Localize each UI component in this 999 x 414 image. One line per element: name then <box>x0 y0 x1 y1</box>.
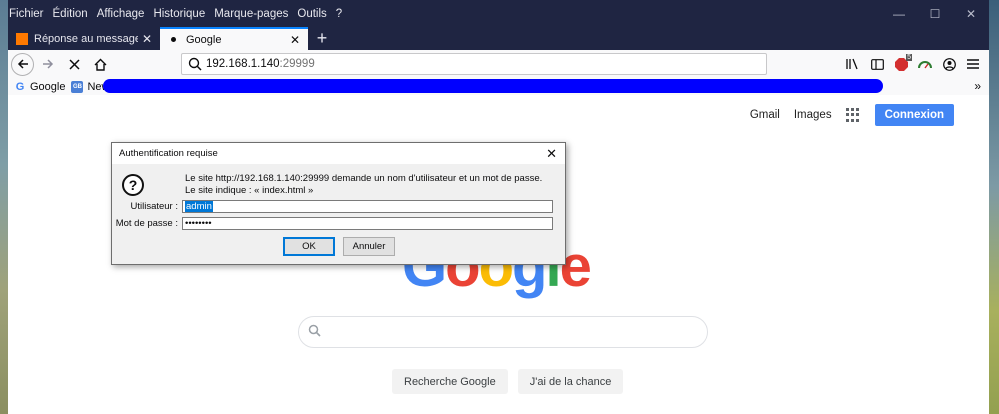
dialog-titlebar: Authentification requise ✕ <box>112 143 565 164</box>
signin-button[interactable]: Connexion <box>874 104 954 126</box>
stop-x-icon <box>68 58 80 70</box>
auth-dialog: Authentification requise ✕ ? Le site htt… <box>111 142 566 265</box>
speed-gauge-extension-icon[interactable] <box>913 52 937 76</box>
bookmark-google[interactable]: G Google <box>14 80 66 93</box>
adblock-extension-icon[interactable]: 5 <box>889 52 913 76</box>
menu-bar: Fichier Édition Affichage Historique Mar… <box>8 0 989 27</box>
loading-dot-icon <box>171 37 176 42</box>
sidebar-icon[interactable] <box>865 52 889 76</box>
tab-strip: Réponse au message - Comm ✕ Google ✕ + <box>8 27 989 50</box>
menu-fichier[interactable]: Fichier <box>9 8 44 20</box>
google-header: Gmail Images Connexion <box>736 104 954 126</box>
home-icon <box>94 58 106 71</box>
search-icon <box>188 57 202 71</box>
bookmark-label: Google <box>30 80 66 93</box>
desktop-background-right <box>989 0 999 414</box>
username-field[interactable]: admin <box>182 200 553 213</box>
menu-edition[interactable]: Édition <box>53 8 88 20</box>
url-text: 192.168.1.140:29999 <box>206 58 315 70</box>
redaction-bar <box>103 79 883 93</box>
tab-reponse-message[interactable]: Réponse au message - Comm ✕ <box>8 27 160 50</box>
menu-marque-pages[interactable]: Marque-pages <box>214 8 288 20</box>
images-link[interactable]: Images <box>794 109 832 121</box>
orange-favicon-icon <box>16 32 28 45</box>
close-tab-icon[interactable]: ✕ <box>142 32 152 46</box>
lucky-button[interactable]: J'ai de la chance <box>517 369 624 394</box>
stop-button[interactable] <box>62 52 86 76</box>
close-window-button[interactable]: ✕ <box>953 0 989 27</box>
news-icon: GB <box>71 80 84 93</box>
username-label: Utilisateur : <box>130 201 178 212</box>
home-button[interactable] <box>88 52 112 76</box>
gmail-link[interactable]: Gmail <box>750 109 780 121</box>
password-value: •••••••• <box>185 218 212 229</box>
back-arrow-icon <box>17 59 28 69</box>
desktop-background-left <box>0 0 8 414</box>
dialog-title: Authentification requise <box>119 148 218 159</box>
close-icon[interactable]: ✕ <box>546 146 557 162</box>
account-icon[interactable] <box>937 52 961 76</box>
password-field[interactable]: •••••••• <box>182 217 553 230</box>
search-icon <box>308 324 321 337</box>
overflow-chevron-icon[interactable]: » <box>974 79 981 93</box>
google-buttons: Recherche Google J'ai de la chance <box>392 369 633 394</box>
tab-title: Google <box>186 33 222 46</box>
toolbar-icons: 5 <box>841 52 985 76</box>
forward-button[interactable] <box>36 52 60 76</box>
back-button[interactable] <box>11 52 34 76</box>
dialog-message: Le site http://192.168.1.140:29999 deman… <box>185 173 543 196</box>
close-tab-icon[interactable]: ✕ <box>290 33 300 47</box>
google-g-icon: G <box>15 80 25 93</box>
ok-button[interactable]: OK <box>283 237 335 256</box>
tab-google[interactable]: Google ✕ <box>160 27 308 50</box>
apps-grid-icon[interactable] <box>845 108 860 122</box>
google-search-box[interactable] <box>298 316 708 348</box>
tab-title: Réponse au message - Comm <box>34 32 138 45</box>
browser-window: Fichier Édition Affichage Historique Mar… <box>8 0 989 414</box>
url-bar[interactable]: 192.168.1.140:29999 <box>181 53 767 75</box>
bookmarks-toolbar: G Google GB News » <box>8 78 989 96</box>
menu-historique[interactable]: Historique <box>153 8 205 20</box>
url-host: 192.168.1.140 <box>206 58 280 70</box>
maximize-button[interactable]: ☐ <box>917 0 953 27</box>
navigation-toolbar: 192.168.1.140:29999 5 <box>8 50 989 78</box>
username-value: admin <box>185 201 213 212</box>
minimize-button[interactable]: — <box>881 0 917 27</box>
url-port: :29999 <box>279 58 315 70</box>
new-tab-button[interactable]: + <box>308 27 336 50</box>
google-search-button[interactable]: Recherche Google <box>392 369 508 394</box>
cancel-button[interactable]: Annuler <box>343 237 395 256</box>
window-controls: — ☐ ✕ <box>881 0 989 27</box>
forward-arrow-icon <box>43 59 54 69</box>
menu-outils[interactable]: Outils <box>297 8 326 20</box>
hamburger-menu-icon[interactable] <box>961 52 985 76</box>
password-label: Mot de passe : <box>115 218 178 229</box>
extension-badge: 5 <box>906 54 912 61</box>
menu-affichage[interactable]: Affichage <box>97 8 145 20</box>
question-icon: ? <box>122 174 144 196</box>
menu-help[interactable]: ? <box>336 8 342 20</box>
library-icon[interactable] <box>841 52 865 76</box>
